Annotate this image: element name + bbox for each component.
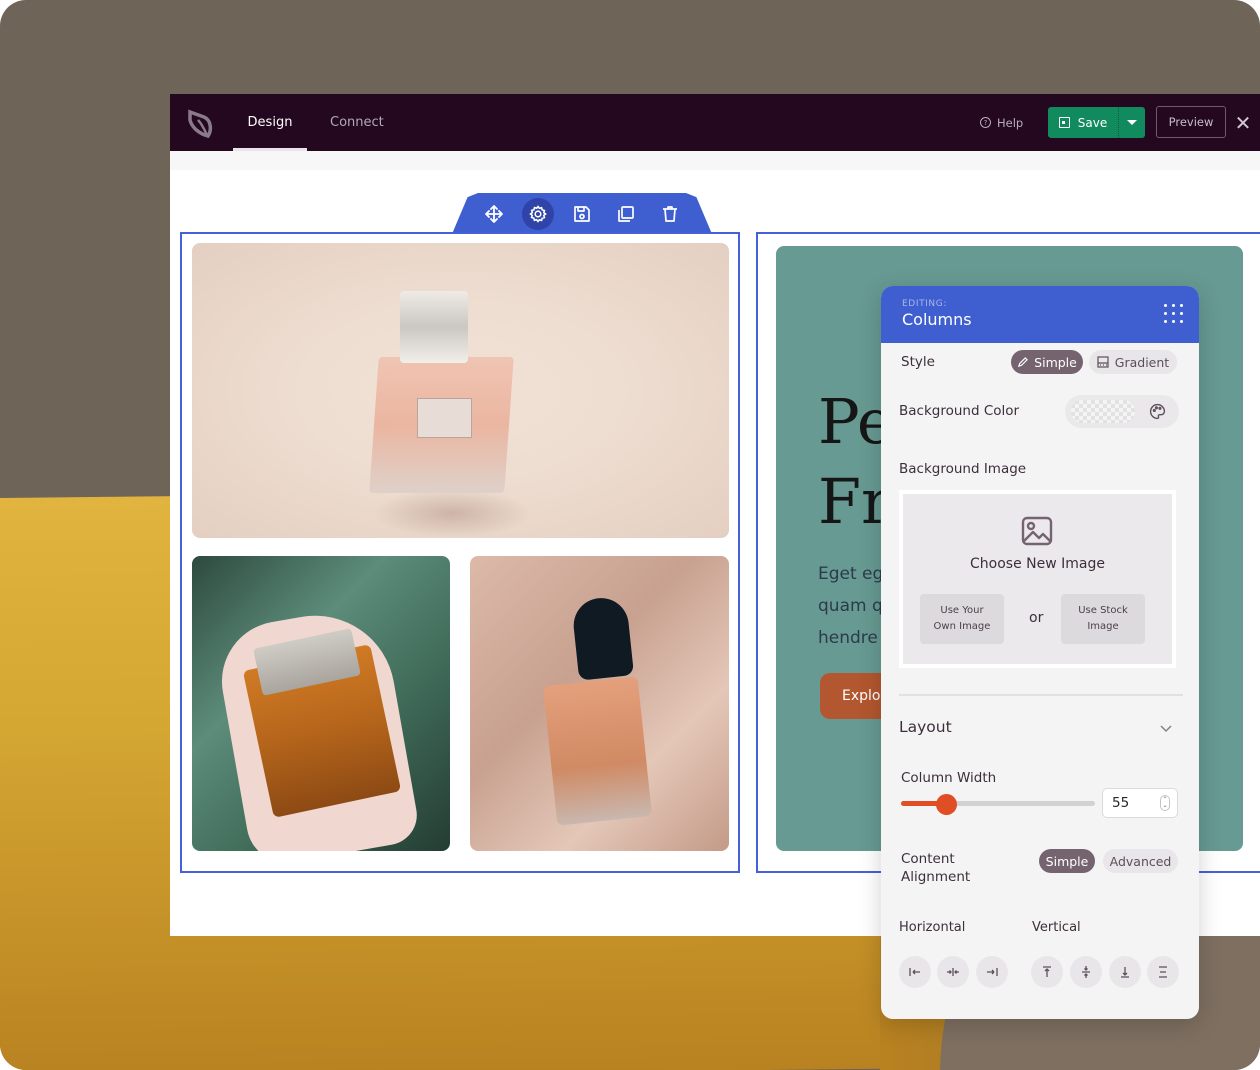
save-label: Save xyxy=(1077,115,1108,130)
alignment-simple-toggle[interactable]: Simple xyxy=(1039,849,1095,873)
align-top-icon xyxy=(1043,966,1051,977)
gallery-image-miss-dior[interactable] xyxy=(192,243,729,538)
delete-button[interactable] xyxy=(654,198,686,230)
settings-icon xyxy=(529,204,547,223)
preview-label: Preview xyxy=(1168,115,1214,129)
gallery-image-bvlgari[interactable] xyxy=(192,556,450,851)
drag-handle-icon[interactable] xyxy=(1164,304,1184,324)
alignment-simple-label: Simple xyxy=(1045,853,1089,869)
pencil-icon xyxy=(1018,356,1029,367)
bottle-cap xyxy=(400,291,468,363)
chevron-down-icon[interactable] xyxy=(1159,721,1173,735)
bottle-body xyxy=(542,676,653,826)
gallery-image-armani-si[interactable] xyxy=(470,556,729,851)
style-simple-label: Simple xyxy=(1034,354,1077,370)
align-bottom-button[interactable] xyxy=(1109,956,1141,988)
settings-button[interactable] xyxy=(522,197,554,230)
align-top-button[interactable] xyxy=(1031,956,1063,988)
close-button[interactable]: ✕ xyxy=(1232,111,1254,135)
close-icon: ✕ xyxy=(1234,111,1252,135)
panel-header: EDITING: Columns xyxy=(881,286,1199,343)
use-stock-image-button[interactable]: Use Stock Image xyxy=(1061,594,1145,644)
leaf-logo-icon[interactable] xyxy=(186,108,214,138)
alignment-advanced-toggle[interactable]: Advanced xyxy=(1103,849,1178,873)
gradient-icon xyxy=(1097,356,1109,368)
help-button[interactable]: ? Help xyxy=(980,94,1023,151)
help-label: Help xyxy=(997,115,1024,130)
canvas-top-strip xyxy=(170,151,1260,170)
bottle-label xyxy=(417,398,472,438)
help-icon: ? xyxy=(980,117,991,128)
top-bar: Design Connect ? Help Save Preview ✕ xyxy=(170,94,1260,151)
choose-new-image-button[interactable]: Choose New Image xyxy=(903,556,1172,572)
align-left-button[interactable] xyxy=(899,956,931,988)
use-own-image-button[interactable]: Use Your Own Image xyxy=(920,594,1004,644)
align-middle-button[interactable] xyxy=(1070,956,1102,988)
background-color-picker[interactable] xyxy=(1065,395,1179,428)
tab-design-label: Design xyxy=(247,115,293,130)
duplicate-icon xyxy=(618,205,634,222)
editing-label: EDITING: xyxy=(902,299,947,309)
image-icon xyxy=(1021,516,1053,546)
save-icon xyxy=(574,205,590,222)
style-gradient-label: Gradient xyxy=(1114,354,1170,370)
align-right-icon xyxy=(987,968,998,976)
save-button-group: Save xyxy=(1048,107,1145,138)
align-bottom-icon xyxy=(1121,967,1129,978)
align-middle-icon xyxy=(1082,966,1090,978)
bottle-cap xyxy=(570,595,635,681)
tab-design[interactable]: Design xyxy=(233,94,307,151)
alignment-advanced-label: Advanced xyxy=(1109,853,1172,869)
duplicate-button[interactable] xyxy=(610,198,642,230)
background-image-label: Background Image xyxy=(899,461,1027,477)
save-button[interactable]: Save xyxy=(1048,107,1119,138)
column-width-label: Column Width xyxy=(901,770,997,786)
background-color-label: Background Color xyxy=(899,403,1020,419)
transparent-swatch xyxy=(1071,400,1135,423)
vertical-label: Vertical xyxy=(1032,920,1081,935)
number-spinner-icon[interactable]: ⌃ ⌄ xyxy=(1160,795,1170,811)
or-label: or xyxy=(1029,610,1044,626)
align-right-button[interactable] xyxy=(976,956,1008,988)
trash-icon xyxy=(663,205,677,222)
palette-icon xyxy=(1149,403,1166,420)
save-options-dropdown[interactable] xyxy=(1119,107,1145,138)
horizontal-label: Horizontal xyxy=(899,920,966,935)
align-center-h-icon xyxy=(947,968,959,976)
style-gradient-toggle[interactable]: Gradient xyxy=(1089,350,1177,374)
column-width-input[interactable]: 55 ⌃ ⌄ xyxy=(1102,788,1178,818)
align-stretch-button[interactable] xyxy=(1147,956,1179,988)
section-divider xyxy=(899,694,1183,696)
move-button[interactable] xyxy=(478,198,510,230)
align-center-h-button[interactable] xyxy=(937,956,969,988)
column-width-slider[interactable] xyxy=(901,794,1095,815)
style-simple-toggle[interactable]: Simple xyxy=(1011,350,1083,374)
block-toolbar xyxy=(452,193,712,234)
column-width-value: 55 xyxy=(1112,795,1130,811)
preview-button[interactable]: Preview xyxy=(1156,106,1226,138)
explore-button-label: Explor xyxy=(842,688,887,704)
tab-connect[interactable]: Connect xyxy=(330,94,390,151)
editing-panel: EDITING: Columns Style Simple Gradient B… xyxy=(881,286,1199,1019)
move-icon xyxy=(485,204,503,223)
background-image-dropzone: Choose New Image Use Your Own Image or U… xyxy=(899,490,1176,668)
style-label: Style xyxy=(901,354,935,370)
tab-connect-label: Connect xyxy=(330,115,384,130)
layout-section-toggle[interactable]: Layout xyxy=(899,718,952,736)
panel-title: Columns xyxy=(902,310,972,329)
bottle-shadow xyxy=(372,488,532,538)
floppy-icon xyxy=(1058,117,1070,128)
slider-thumb[interactable] xyxy=(935,794,957,815)
content-alignment-label: Content Alignment xyxy=(901,851,971,885)
caret-down-icon xyxy=(1127,120,1137,125)
hero-text: Eget eg quam q hendre xyxy=(818,564,884,648)
align-left-icon xyxy=(909,968,920,976)
save-block-button[interactable] xyxy=(566,198,598,230)
align-stretch-icon xyxy=(1159,966,1167,978)
